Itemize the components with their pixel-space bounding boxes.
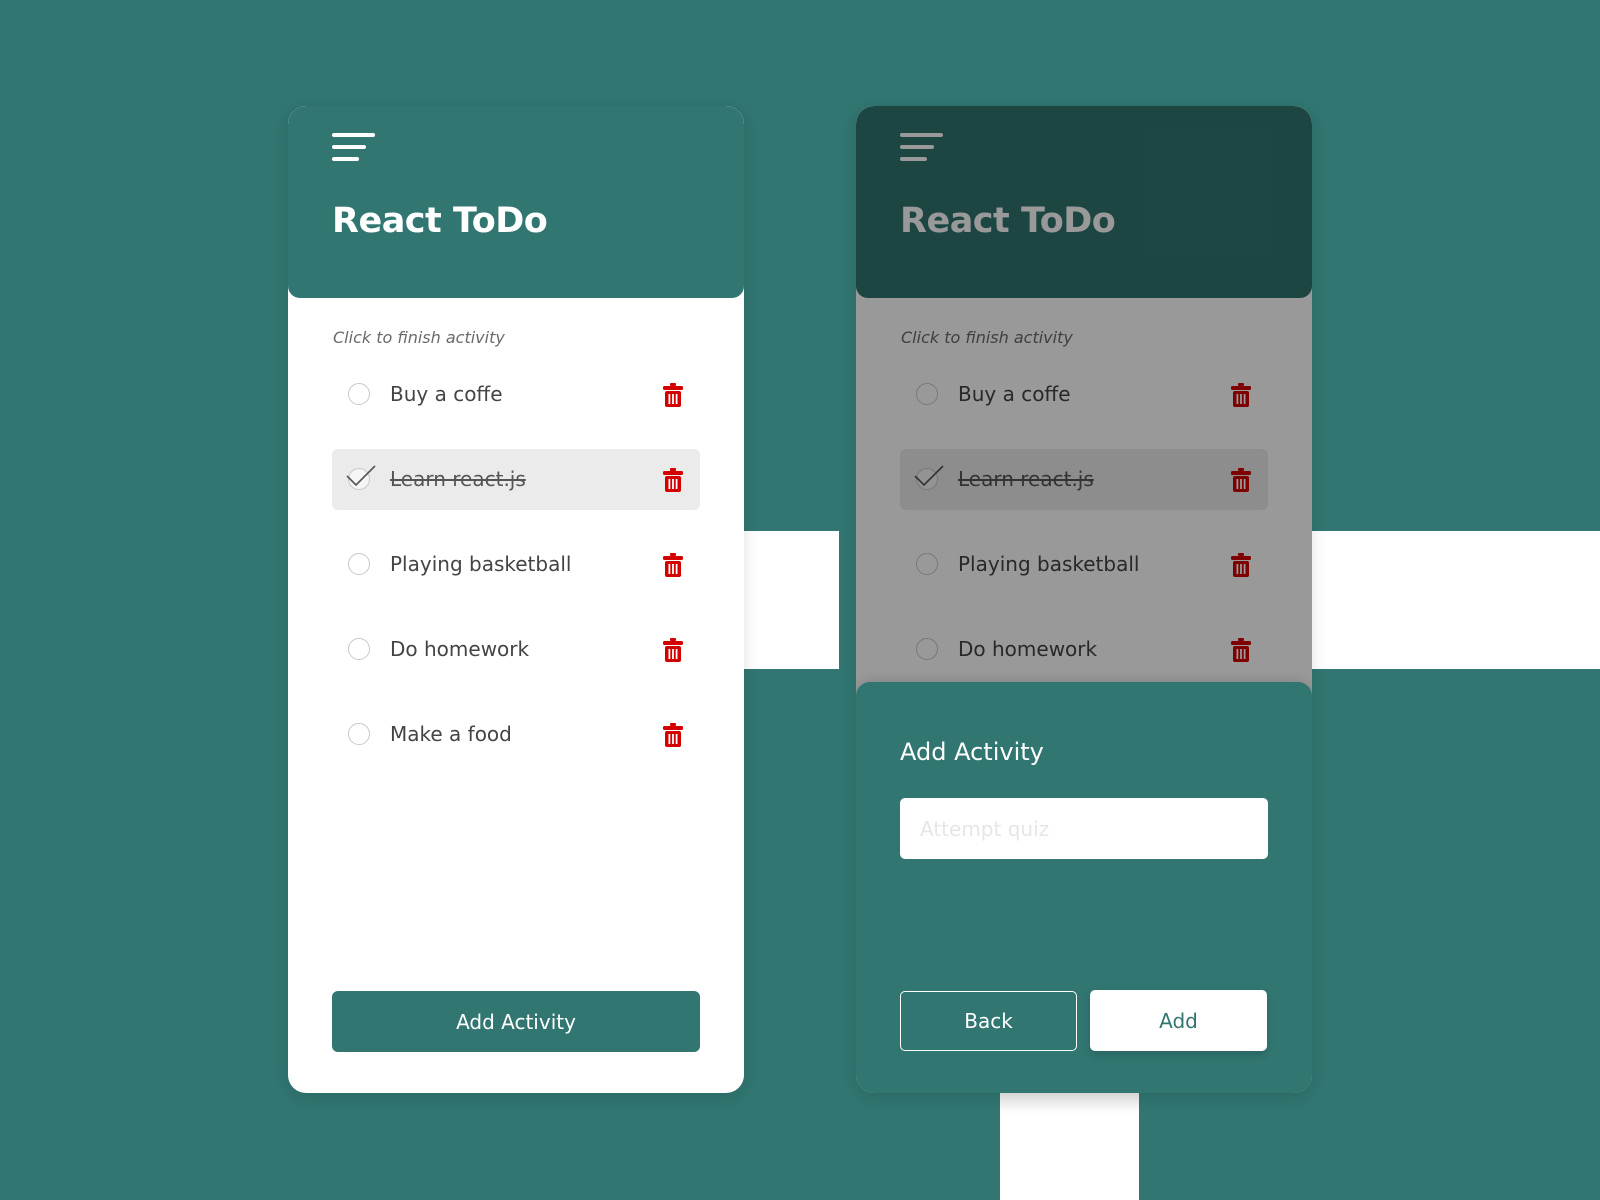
- todo-label: Playing basketball: [390, 552, 572, 576]
- todo-item[interactable]: Buy a coffe: [332, 364, 700, 425]
- todo-item[interactable]: Do homework: [332, 619, 700, 680]
- decorative-strip: [1286, 531, 1600, 669]
- add-button[interactable]: Add: [1090, 990, 1267, 1051]
- add-activity-button[interactable]: Add Activity: [332, 991, 700, 1052]
- complete-radio[interactable]: [348, 553, 370, 575]
- todo-label: Make a food: [390, 722, 512, 746]
- todo-screen-list: React ToDo Click to finish activity Buy …: [288, 106, 744, 1093]
- todo-item-done[interactable]: Learn react.js: [332, 449, 700, 510]
- trash-icon[interactable]: [663, 723, 683, 747]
- trash-icon[interactable]: [663, 383, 683, 407]
- decorative-strip: [1000, 1093, 1139, 1200]
- trash-icon[interactable]: [663, 638, 683, 662]
- hamburger-menu-icon[interactable]: [332, 128, 376, 162]
- decorative-strip: [729, 531, 839, 669]
- todo-list: Buy a coffe Learn react.js Playing baske…: [332, 364, 700, 789]
- hint-text: Click to finish activity: [333, 328, 505, 347]
- back-button[interactable]: Back: [900, 991, 1077, 1051]
- checkmark-icon: [346, 465, 376, 487]
- todo-item[interactable]: Playing basketball: [332, 534, 700, 595]
- todo-label: Buy a coffe: [390, 382, 503, 406]
- app-title: React ToDo: [332, 201, 548, 241]
- sheet-title: Add Activity: [900, 738, 1044, 766]
- complete-radio[interactable]: [348, 383, 370, 405]
- todo-item[interactable]: Make a food: [332, 704, 700, 765]
- app-header: React ToDo: [288, 106, 744, 298]
- trash-icon[interactable]: [663, 468, 683, 492]
- todo-label: Learn react.js: [390, 467, 526, 491]
- complete-radio[interactable]: [348, 638, 370, 660]
- add-activity-sheet: Add Activity Back Add: [856, 682, 1312, 1093]
- todo-screen-add: React ToDo Click to finish activity Buy …: [856, 106, 1312, 1093]
- complete-radio[interactable]: [348, 723, 370, 745]
- todo-label: Do homework: [390, 637, 530, 661]
- activity-input[interactable]: [900, 798, 1268, 859]
- trash-icon[interactable]: [663, 553, 683, 577]
